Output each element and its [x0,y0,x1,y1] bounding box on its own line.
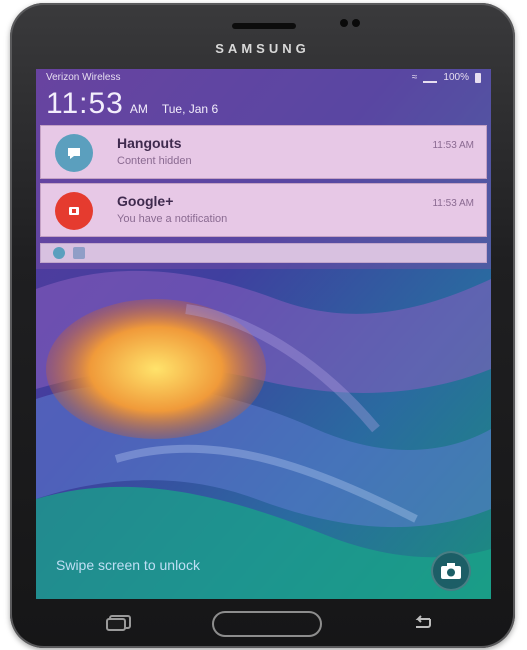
notification-text: You have a notification [117,213,228,225]
clock-date: Tue, Jan 6 [161,102,219,116]
brand-logo: SAMSUNG [215,41,310,56]
carrier-label: Verizon Wireless [46,72,121,83]
hardware-keys [10,601,515,647]
earpiece-speaker [232,23,296,29]
collapsed-notifications-bar[interactable] [40,243,487,263]
hangouts-icon [55,134,93,172]
notification-title: Hangouts [117,135,182,151]
notification-google-plus[interactable]: Google+ You have a notification 11:53 AM [40,183,487,237]
battery-percent: 100% [443,72,469,83]
camera-icon [441,563,461,579]
phone-device: SAMSUNG Verizon Wireless ≈ 100% 11:53 AM… [10,3,515,648]
wifi-icon: ≈ [411,72,418,83]
clock-ampm: AM [129,102,148,116]
notification-title: Google+ [117,193,174,209]
battery-icon [475,72,481,83]
notification-text: Content hidden [117,155,192,167]
home-button[interactable] [212,611,322,637]
notification-hangouts[interactable]: Hangouts Content hidden 11:53 AM [40,125,487,179]
recent-apps-icon[interactable] [106,615,132,631]
unlock-hint: Swipe screen to unlock [56,557,200,573]
clock-time: 11:53 [46,87,124,120]
google-plus-icon [55,192,93,230]
back-icon[interactable] [410,613,436,633]
image-small-icon [73,247,85,259]
sensor-icon [352,19,360,27]
lock-screen[interactable]: Verizon Wireless ≈ 100% 11:53 AM Tue, Ja… [36,69,491,599]
status-bar: Verizon Wireless ≈ 100% [36,69,491,87]
camera-shortcut-button[interactable] [431,551,471,591]
signal-icon [423,72,438,83]
notification-time: 11:53 AM [432,198,474,209]
lock-clock: 11:53 AM Tue, Jan 6 [46,87,218,121]
status-icons: ≈ 100% [412,72,481,83]
notification-time: 11:53 AM [432,140,474,151]
front-camera-icon [340,19,348,27]
hangouts-small-icon [53,247,65,259]
